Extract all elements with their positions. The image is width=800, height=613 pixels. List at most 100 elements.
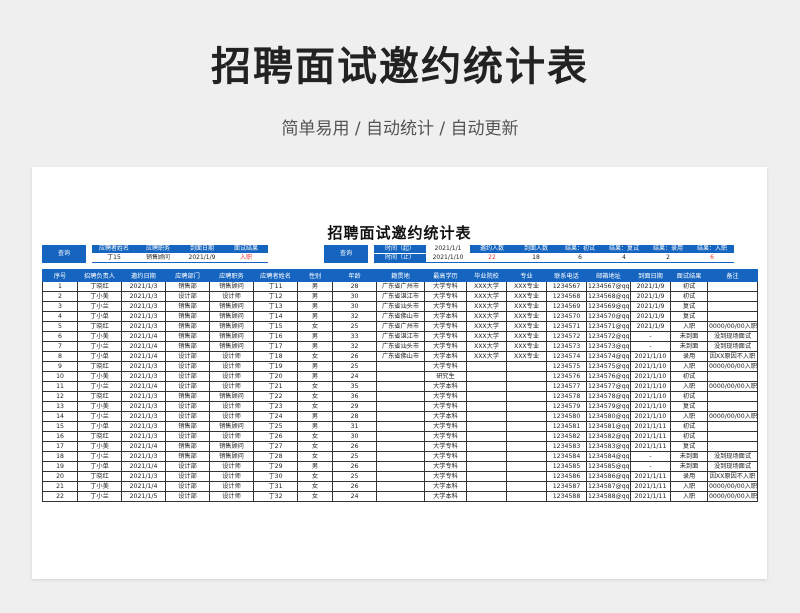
table-cell[interactable]: 复试 bbox=[670, 311, 708, 322]
table-cell[interactable]: 11 bbox=[42, 381, 78, 392]
table-cell[interactable]: 1234569@qq.com bbox=[586, 301, 631, 312]
table-cell[interactable]: 男 bbox=[297, 301, 333, 312]
table-cell[interactable]: 1234570 bbox=[546, 311, 587, 322]
table-cell[interactable]: 复试 bbox=[670, 441, 708, 452]
table-cell[interactable]: 销售顾问 bbox=[209, 321, 254, 332]
table-cell[interactable]: 广东省佛山市 bbox=[376, 311, 425, 322]
table-cell[interactable]: 广东省佛山市 bbox=[376, 351, 425, 362]
table-cell[interactable]: 入职 bbox=[670, 361, 708, 372]
table-row[interactable]: 17 丁小美 2021/1/4 销售部 销售顾问 丁27 女 26 大学专科 1234583 123… bbox=[42, 441, 758, 452]
table-cell[interactable]: 30 bbox=[332, 291, 377, 302]
table-cell[interactable]: 33 bbox=[332, 331, 377, 342]
table-cell[interactable]: 1234570@qq.com bbox=[586, 311, 631, 322]
table-cell[interactable]: 女 bbox=[297, 451, 333, 462]
table-cell[interactable]: 未到面 bbox=[670, 331, 708, 342]
table-cell[interactable]: 丁小单 bbox=[77, 351, 122, 362]
table-cell[interactable]: 录用 bbox=[670, 471, 708, 482]
table-cell[interactable] bbox=[707, 311, 758, 322]
table-cell[interactable]: 32 bbox=[332, 341, 377, 352]
table-cell[interactable]: 2021/1/10 bbox=[630, 411, 671, 422]
table-cell[interactable]: 25 bbox=[332, 321, 377, 332]
table-cell[interactable] bbox=[707, 301, 758, 312]
table-cell[interactable]: 丁23 bbox=[253, 401, 298, 412]
table-cell[interactable]: 大学专科 bbox=[424, 441, 467, 452]
table-cell[interactable]: 1234581 bbox=[546, 421, 587, 432]
query-value-date[interactable]: 2021/1/9 bbox=[180, 253, 224, 263]
table-cell[interactable]: 30 bbox=[332, 301, 377, 312]
table-cell[interactable]: 26 bbox=[332, 351, 377, 362]
table-cell[interactable]: 2021/1/3 bbox=[121, 281, 166, 292]
table-cell[interactable]: 丁31 bbox=[253, 481, 298, 492]
table-cell[interactable]: 初试 bbox=[670, 421, 708, 432]
table-cell[interactable]: 销售部 bbox=[165, 311, 210, 322]
table-cell[interactable]: 25 bbox=[332, 471, 377, 482]
table-cell[interactable]: 28 bbox=[332, 281, 377, 292]
table-cell[interactable]: 广东省湛江市 bbox=[376, 291, 425, 302]
table-cell[interactable] bbox=[707, 281, 758, 292]
table-cell[interactable] bbox=[506, 441, 547, 452]
table-cell[interactable]: XXX专业 bbox=[506, 301, 547, 312]
table-cell[interactable] bbox=[506, 451, 547, 462]
table-cell[interactable]: 25 bbox=[332, 361, 377, 372]
table-cell[interactable]: 男 bbox=[297, 421, 333, 432]
table-cell[interactable]: 丁26 bbox=[253, 431, 298, 442]
table-cell[interactable]: 2021/1/10 bbox=[630, 391, 671, 402]
table-cell[interactable]: 初试 bbox=[670, 431, 708, 442]
table-cell[interactable]: 大学专科 bbox=[424, 451, 467, 462]
table-row[interactable]: 11 丁小兰 2021/1/4 设计部 设计师 丁21 女 35 大学本科 1234577 1234… bbox=[42, 381, 758, 392]
table-cell[interactable]: 36 bbox=[332, 391, 377, 402]
table-cell[interactable]: 2021/1/11 bbox=[630, 431, 671, 442]
table-cell[interactable]: 设计师 bbox=[209, 481, 254, 492]
table-cell[interactable]: 设计师 bbox=[209, 491, 254, 502]
table-cell[interactable] bbox=[506, 411, 547, 422]
table-cell[interactable] bbox=[506, 471, 547, 482]
table-cell[interactable] bbox=[466, 451, 507, 462]
table-cell[interactable]: 0000/00/00入职 bbox=[707, 361, 758, 372]
table-cell[interactable]: 设计部 bbox=[165, 411, 210, 422]
table-cell[interactable]: 1234568@qq.com bbox=[586, 291, 631, 302]
table-row[interactable]: 14 丁小兰 2021/1/3 设计部 设计师 丁24 男 28 大学本科 1234580 1234… bbox=[42, 411, 758, 422]
table-cell[interactable]: 1234571@qq.com bbox=[586, 321, 631, 332]
table-cell[interactable]: 1234585 bbox=[546, 461, 587, 472]
table-cell[interactable]: 1234584@qq.com bbox=[586, 451, 631, 462]
table-row[interactable]: 4 丁小单 2021/1/3 销售部 销售顾问 丁14 男 32 广东省佛山市 大学本科 XXX大学… bbox=[42, 311, 758, 322]
table-cell[interactable]: 24 bbox=[332, 371, 377, 382]
table-cell[interactable]: 17 bbox=[42, 441, 78, 452]
table-cell[interactable] bbox=[466, 481, 507, 492]
table-cell[interactable]: 丁小美 bbox=[77, 291, 122, 302]
table-cell[interactable] bbox=[376, 421, 425, 432]
table-cell[interactable]: 销售部 bbox=[165, 421, 210, 432]
table-cell[interactable] bbox=[506, 421, 547, 432]
table-cell[interactable]: XXX大学 bbox=[466, 311, 507, 322]
table-row[interactable]: 21 丁小美 2021/1/4 设计部 设计师 丁31 女 26 大学本科 1234587 1234… bbox=[42, 481, 758, 492]
query-value-name[interactable]: 丁15 bbox=[92, 253, 136, 263]
table-cell[interactable]: 2021/1/9 bbox=[630, 291, 671, 302]
table-cell[interactable]: 未到面 bbox=[670, 451, 708, 462]
table-cell[interactable]: 1234588 bbox=[546, 491, 587, 502]
table-cell[interactable]: 1234587@qq.com bbox=[586, 481, 631, 492]
table-cell[interactable] bbox=[707, 431, 758, 442]
table-cell[interactable]: 1234573@qq.com bbox=[586, 341, 631, 352]
table-cell[interactable]: 1234573 bbox=[546, 341, 587, 352]
table-cell[interactable]: 2021/1/10 bbox=[630, 361, 671, 372]
table-cell[interactable]: 1234580 bbox=[546, 411, 587, 422]
table-cell[interactable] bbox=[506, 391, 547, 402]
table-cell[interactable]: 丁小兰 bbox=[77, 301, 122, 312]
table-cell[interactable]: 丁27 bbox=[253, 441, 298, 452]
table-cell[interactable]: XXX专业 bbox=[506, 321, 547, 332]
table-cell[interactable]: XXX大学 bbox=[466, 341, 507, 352]
table-cell[interactable]: 丁小单 bbox=[77, 311, 122, 322]
table-cell[interactable]: - bbox=[630, 451, 671, 462]
table-cell[interactable]: 没到现场面试 bbox=[707, 451, 758, 462]
table-cell[interactable] bbox=[466, 441, 507, 452]
table-cell[interactable]: 销售顾问 bbox=[209, 441, 254, 452]
table-cell[interactable]: XXX专业 bbox=[506, 351, 547, 362]
table-cell[interactable]: 2021/1/9 bbox=[630, 281, 671, 292]
table-cell[interactable]: 2021/1/4 bbox=[121, 381, 166, 392]
table-cell[interactable]: 男 bbox=[297, 281, 333, 292]
table-row[interactable]: 19 丁小单 2021/1/4 设计部 设计师 丁29 男 26 大学专科 1234585 1234… bbox=[42, 461, 758, 472]
table-row[interactable]: 2 丁小美 2021/1/3 设计部 设计师 丁12 男 30 广东省湛江市 大学专科 XXX大学 X… bbox=[42, 291, 758, 302]
table-cell[interactable] bbox=[707, 371, 758, 382]
column-header[interactable]: 年龄 bbox=[332, 269, 377, 282]
table-cell[interactable]: 丁小美 bbox=[77, 401, 122, 412]
